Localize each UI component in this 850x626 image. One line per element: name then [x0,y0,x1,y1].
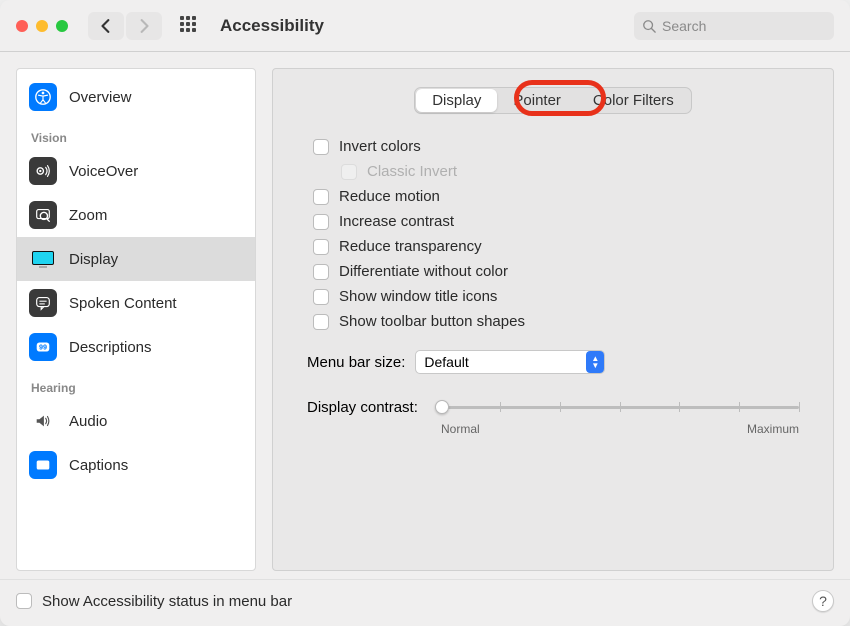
checkbox[interactable] [313,264,329,280]
spoken-content-icon [29,289,57,317]
check-label: Classic Invert [367,163,457,180]
search-field[interactable]: Search [634,12,834,40]
search-icon [642,19,656,33]
sidebar-item-voiceover[interactable]: VoiceOver [17,149,255,193]
sidebar-item-display[interactable]: Display [17,237,255,281]
slider-labels: Normal Maximum [441,422,799,436]
accessibility-icon [29,83,57,111]
tab-pointer[interactable]: Pointer [497,89,577,112]
check-label: Reduce motion [339,188,440,205]
menu-bar-size-label: Menu bar size: [307,354,405,371]
window-controls [16,20,68,32]
svg-text:99: 99 [39,343,47,352]
check-label: Increase contrast [339,213,454,230]
display-icon [29,245,57,273]
sidebar-item-label: Audio [69,413,107,430]
zoom-icon [29,201,57,229]
slider-min-label: Normal [441,422,480,436]
check-label: Show window title icons [339,288,497,305]
back-button[interactable] [88,12,124,40]
chevron-updown-icon: ▲▼ [586,351,604,373]
tab-segmented-control: Display Pointer Color Filters [414,87,692,114]
content-panel: Display Pointer Color Filters Invert col… [272,68,834,571]
descriptions-icon: 99 [29,333,57,361]
checkbox[interactable] [313,214,329,230]
main-area: Overview Vision VoiceOver Zoom Display [0,52,850,579]
checkbox[interactable] [313,189,329,205]
check-classic-invert: Classic Invert [341,163,799,180]
sidebar-section-hearing: Hearing [17,369,255,399]
select-value: Default [424,354,468,370]
window-title: Accessibility [220,16,324,36]
tab-display[interactable]: Display [416,89,497,112]
checkbox[interactable] [313,289,329,305]
voiceover-icon [29,157,57,185]
close-window-button[interactable] [16,20,28,32]
checkbox [341,164,357,180]
sidebar-section-vision: Vision [17,119,255,149]
sidebar-item-overview[interactable]: Overview [17,75,255,119]
checkbox[interactable] [313,239,329,255]
check-reduce-transparency[interactable]: Reduce transparency [313,238,799,255]
check-increase-contrast[interactable]: Increase contrast [313,213,799,230]
checkbox[interactable] [16,593,32,609]
check-label: Show toolbar button shapes [339,313,525,330]
display-contrast-label: Display contrast: [307,399,431,416]
sidebar-item-label: Spoken Content [69,295,177,312]
display-contrast-row: Display contrast: [307,392,799,422]
sidebar-item-descriptions[interactable]: 99 Descriptions [17,325,255,369]
sidebar-item-label: Display [69,251,118,268]
check-invert-colors[interactable]: Invert colors [313,138,799,155]
sidebar-item-label: Descriptions [69,339,152,356]
titlebar: Accessibility Search [0,0,850,52]
accessibility-window: Accessibility Search Overview Vision Voi… [0,0,850,626]
footer: Show Accessibility status in menu bar ? [0,579,850,626]
sidebar-item-label: Overview [69,89,132,106]
search-placeholder: Search [662,18,706,34]
sidebar[interactable]: Overview Vision VoiceOver Zoom Display [16,68,256,571]
sidebar-item-label: Captions [69,457,128,474]
show-status-label: Show Accessibility status in menu bar [42,593,292,610]
sidebar-item-captions[interactable]: Captions [17,443,255,487]
menu-bar-size-row: Menu bar size: Default ▲▼ [307,350,799,374]
check-label: Reduce transparency [339,238,482,255]
check-differentiate-without-color[interactable]: Differentiate without color [313,263,799,280]
checkbox[interactable] [313,139,329,155]
sidebar-item-label: VoiceOver [69,163,138,180]
sidebar-item-spoken-content[interactable]: Spoken Content [17,281,255,325]
nav-buttons [88,12,162,40]
display-options: Invert colors Classic Invert Reduce moti… [313,138,799,330]
check-label: Differentiate without color [339,263,508,280]
minimize-window-button[interactable] [36,20,48,32]
display-contrast-slider[interactable] [441,392,799,422]
sidebar-item-audio[interactable]: Audio [17,399,255,443]
sidebar-item-label: Zoom [69,207,107,224]
check-reduce-motion[interactable]: Reduce motion [313,188,799,205]
audio-icon [29,407,57,435]
show-all-icon[interactable] [180,16,200,36]
forward-button[interactable] [126,12,162,40]
tab-color-filters[interactable]: Color Filters [577,89,690,112]
sidebar-item-zoom[interactable]: Zoom [17,193,255,237]
checkbox[interactable] [313,314,329,330]
menu-bar-size-select[interactable]: Default ▲▼ [415,350,605,374]
check-label: Invert colors [339,138,421,155]
check-toolbar-button-shapes[interactable]: Show toolbar button shapes [313,313,799,330]
help-button[interactable]: ? [812,590,834,612]
check-window-title-icons[interactable]: Show window title icons [313,288,799,305]
zoom-window-button[interactable] [56,20,68,32]
slider-max-label: Maximum [747,422,799,436]
captions-icon [29,451,57,479]
